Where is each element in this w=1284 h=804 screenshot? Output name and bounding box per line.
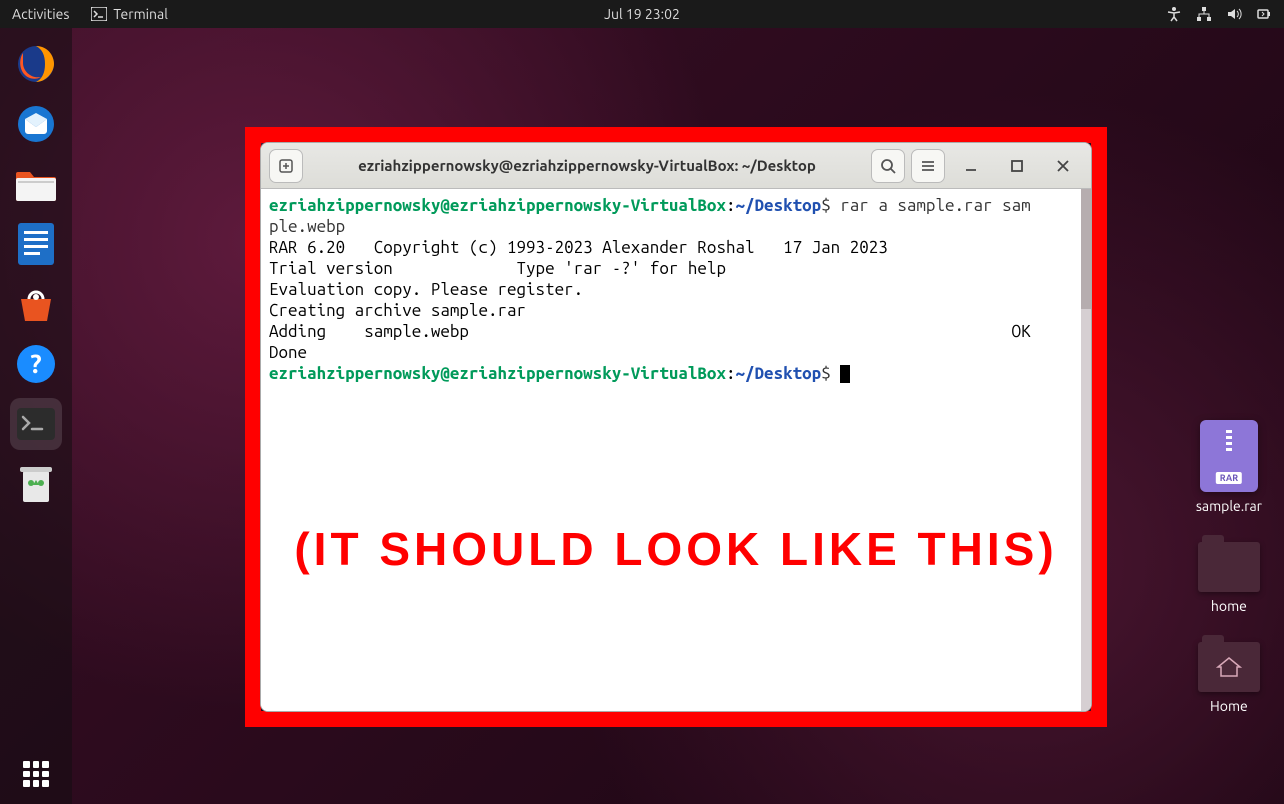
output-line-8: Adding sample.webp OK [269,321,1083,342]
new-tab-button[interactable] [269,149,303,183]
accessibility-icon[interactable] [1166,6,1182,22]
folder-icon [1198,542,1260,592]
network-icon[interactable] [1196,6,1212,22]
hamburger-icon [920,158,936,174]
dock-thunderbird[interactable] [10,98,62,150]
output-line-4: Evaluation copy. Please register. [269,279,1083,300]
rar-file-icon: RAR [1200,420,1258,492]
folder-home2-label: Home [1210,698,1248,714]
dock-trash[interactable] [10,458,62,510]
close-icon [1056,159,1070,173]
maximize-icon [1010,159,1024,173]
desktop-icons: RAR sample.rar home Home [1196,420,1262,714]
terminal-window: ezriahzippernowsky@ezriahzippernowsky-Vi… [260,142,1092,712]
rar-badge: RAR [1216,472,1242,484]
output-line-9: Done [269,342,1083,363]
dock-writer[interactable] [10,218,62,270]
desktop-folder-home-2[interactable]: Home [1198,642,1260,714]
volume-icon[interactable] [1226,6,1242,22]
dock-help[interactable]: ? [10,338,62,390]
rar-file-label: sample.rar [1196,498,1262,514]
prompt-user: ezriahzippernowsky@ezriahzippernowsky-Vi… [269,196,726,215]
minimize-icon [964,159,978,173]
activities-button[interactable]: Activities [12,6,69,22]
output-line-2: Trial version Type 'rar -?' for help [269,258,1083,279]
svg-text:?: ? [30,349,41,378]
maximize-button[interactable] [997,149,1037,183]
terminal-body[interactable]: ezriahzippernowsky@ezriahzippernowsky-Vi… [261,189,1091,711]
minimize-button[interactable] [951,149,991,183]
command-part-a: rar a sample.rar sam [831,196,1031,215]
dock: ? [0,28,72,804]
prompt-line-1: ezriahzippernowsky@ezriahzippernowsky-Vi… [269,195,1083,216]
prompt-line-2: ezriahzippernowsky@ezriahzippernowsky-Vi… [269,363,1083,384]
dock-show-apps[interactable] [10,748,62,800]
dock-terminal[interactable] [10,398,62,450]
scrollbar-thumb[interactable] [1081,189,1091,309]
menu-button[interactable] [911,149,945,183]
apps-grid-icon [23,761,49,787]
folder-home-label: home [1211,598,1247,614]
current-app-indicator[interactable]: Terminal [91,6,168,22]
desktop-file-sample-rar[interactable]: RAR sample.rar [1196,420,1262,514]
close-button[interactable] [1043,149,1083,183]
output-line-1: RAR 6.20 Copyright (c) 1993-2023 Alexand… [269,237,1083,258]
prompt-path: ~/Desktop [736,196,822,215]
clock[interactable]: Jul 19 23:02 [604,6,680,22]
new-tab-icon [278,158,294,174]
search-button[interactable] [871,149,905,183]
power-icon[interactable] [1256,6,1272,22]
command-part-b: ple.webp [269,216,1083,237]
output-line-6: Creating archive sample.rar [269,300,1083,321]
dock-files[interactable] [10,158,62,210]
top-bar: Activities Terminal Jul 19 23:02 [0,0,1284,28]
current-app-label: Terminal [113,6,168,22]
dock-software[interactable] [10,278,62,330]
annotation-text: (IT SHOULD LOOK LIKE THIS) [261,539,1091,560]
terminal-icon [91,7,107,21]
window-title: ezriahzippernowsky@ezriahzippernowsky-Vi… [309,157,865,174]
terminal-titlebar[interactable]: ezriahzippernowsky@ezriahzippernowsky-Vi… [261,143,1091,189]
desktop-folder-home[interactable]: home [1198,542,1260,614]
scrollbar[interactable] [1081,189,1091,711]
search-icon [880,158,896,174]
cursor [840,365,850,383]
dock-firefox[interactable] [10,38,62,90]
home-folder-icon [1198,642,1260,692]
